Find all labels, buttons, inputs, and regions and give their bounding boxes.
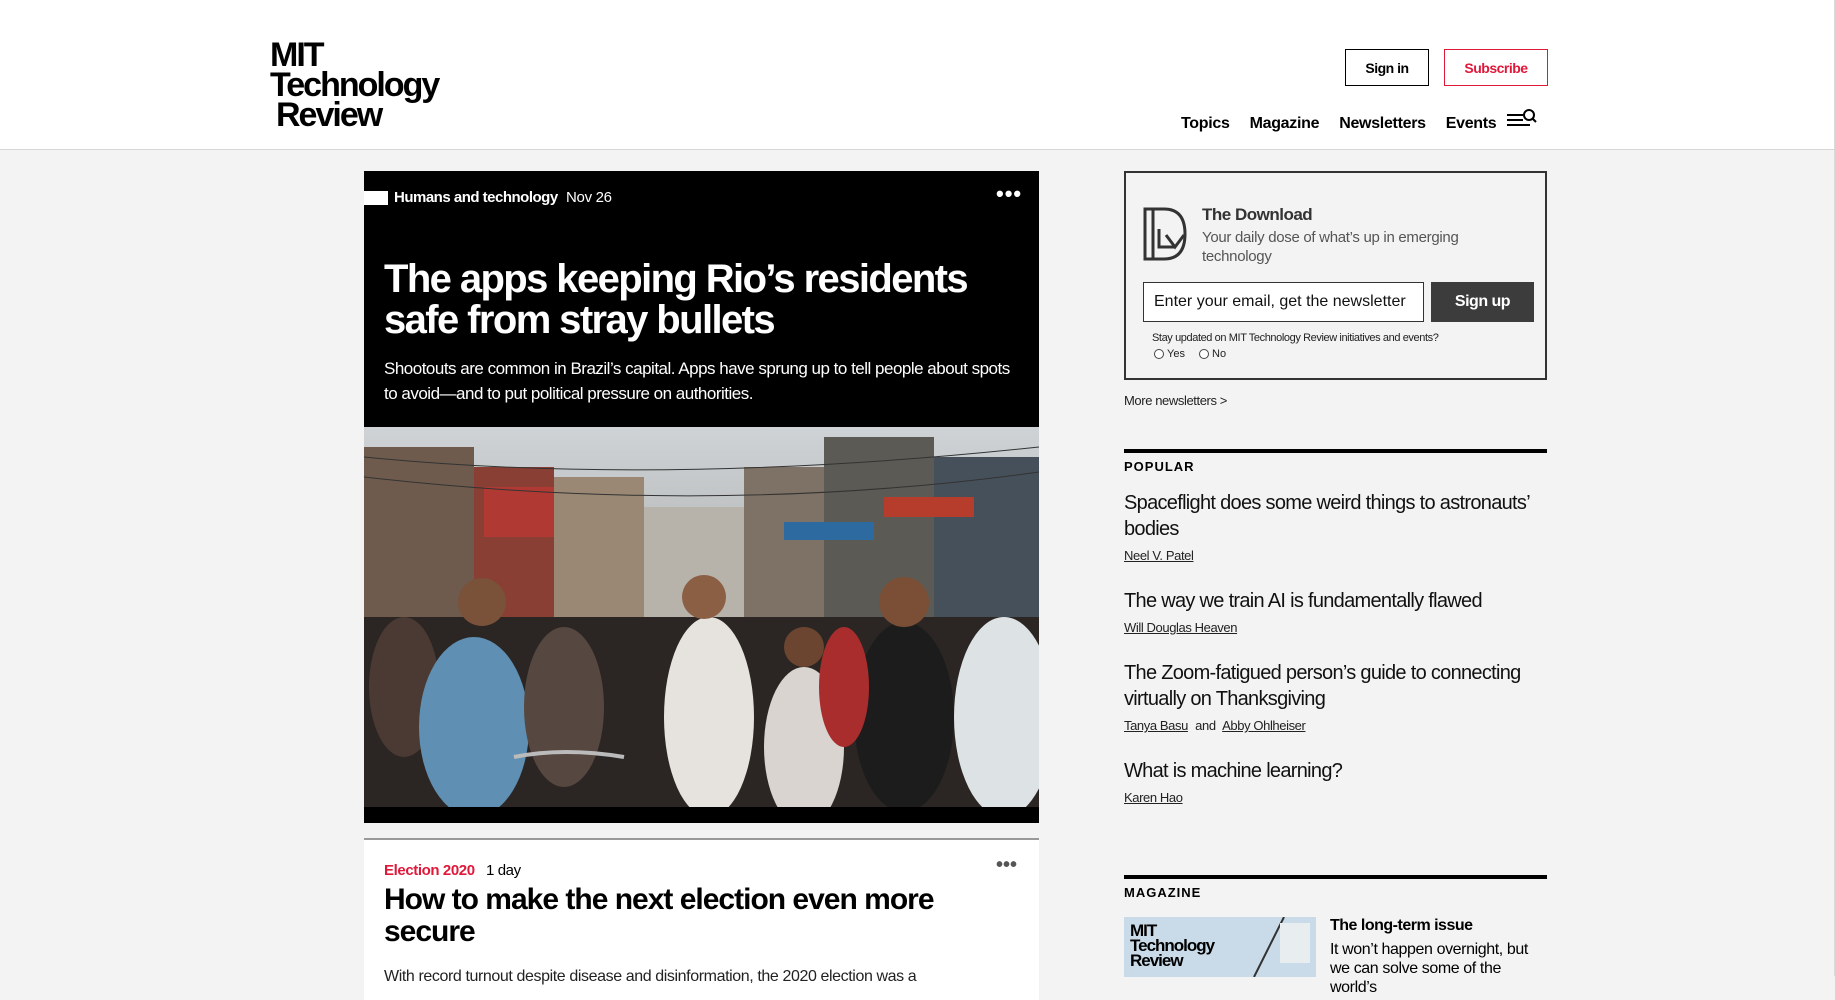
nav-newsletters[interactable]: Newsletters [1339,115,1426,133]
radio-no[interactable]: No [1199,348,1226,360]
author-link[interactable]: Tanya Basu [1124,718,1188,733]
email-field[interactable] [1143,282,1424,322]
newsletter-description: Your daily dose of what’s up in emerging… [1202,229,1459,265]
featured-dek: Shootouts are common in Brazil’s capital… [384,359,1010,403]
featured-topic[interactable]: Humans and technology [394,189,558,206]
author-link[interactable]: Will Douglas Heaven [1124,620,1237,635]
featured-story[interactable]: Humans and technology Nov 26 ••• The app… [364,171,1039,823]
newsletter-title: The Download [1202,205,1313,224]
radio-yes[interactable]: Yes [1154,348,1185,360]
site-header: MIT Technology Review Sign in Subscribe … [0,0,1835,150]
author-link[interactable]: Neel V. Patel [1124,548,1194,563]
magazine-rule [1124,875,1547,879]
popular-item-author: Neel V. Patel [1124,548,1547,563]
popular-label: POPULAR [1124,459,1195,474]
sign-in-button[interactable]: Sign in [1345,49,1429,86]
main-nav: Topics Magazine Newsletters Events [1181,115,1516,133]
author-link[interactable]: Abby Ohlheiser [1222,718,1306,733]
author-link[interactable]: Karen Hao [1124,790,1183,805]
download-logo-icon [1143,207,1187,261]
story-date: 1 day [486,862,521,879]
popular-item[interactable]: What is machine learning? Karen Hao [1124,758,1547,805]
popular-item[interactable]: Spaceflight does some weird things to as… [1124,490,1547,563]
popular-item-title[interactable]: The way we train AI is fundamentally fla… [1124,588,1547,614]
sign-up-button[interactable]: Sign up [1431,282,1534,322]
popular-item-title[interactable]: Spaceflight does some weird things to as… [1124,490,1547,542]
featured-title[interactable]: The apps keeping Rio’s residents safe fr… [384,259,1004,341]
popular-item-title[interactable]: The Zoom-fatigued person’s guide to conn… [1124,660,1547,712]
magazine-title[interactable]: The long-term issue [1330,917,1473,935]
popular-item-title[interactable]: What is machine learning? [1124,758,1547,784]
topic-flag [364,191,388,205]
story-dek: With record turnout despite disease and … [384,968,917,985]
featured-photo[interactable] [364,427,1039,807]
magazine-cover[interactable]: MIT Technology Review [1124,917,1316,977]
author-and: and [1195,718,1216,733]
more-dots-icon[interactable]: ••• [996,181,1022,207]
radio-circle-icon[interactable] [1154,349,1164,359]
cover-line-3: Review [1130,951,1184,970]
magazine-description: It won’t happen overnight, but we can so… [1330,941,1528,996]
nav-events[interactable]: Events [1446,115,1497,133]
nav-magazine[interactable]: Magazine [1250,115,1320,133]
site-logo[interactable]: MIT Technology Review [270,38,440,134]
popular-item-author: Will Douglas Heaven [1124,620,1547,635]
menu-search-icon[interactable] [1506,109,1538,131]
story-topic[interactable]: Election 2020 [384,862,475,879]
magazine-label: MAGAZINE [1124,885,1202,900]
popular-rule [1124,449,1547,453]
radio-circle-icon[interactable] [1199,349,1209,359]
story-title[interactable]: How to make the next election even more … [384,884,984,948]
nav-topics[interactable]: Topics [1181,115,1230,133]
logo-line-3: Review [276,96,383,134]
consent-text: Stay updated on MIT Technology Review in… [1152,332,1439,344]
subscribe-button[interactable]: Subscribe [1444,49,1548,86]
popular-item-author: Karen Hao [1124,790,1547,805]
popular-item[interactable]: The Zoom-fatigued person’s guide to conn… [1124,660,1547,733]
popular-item-author: Tanya Basu and Abby Ohlheiser [1124,718,1547,733]
newsletter-signup: The Download Your daily dose of what’s u… [1124,171,1547,380]
more-dots-icon[interactable]: ••• [996,854,1017,877]
cover-graphic-icon [1253,917,1310,977]
popular-item[interactable]: The way we train AI is fundamentally fla… [1124,588,1547,635]
featured-date: Nov 26 [566,189,612,206]
radio-yes-label: Yes [1167,348,1185,360]
radio-no-label: No [1212,348,1227,360]
more-newsletters-link[interactable]: More newsletters > [1124,393,1227,408]
